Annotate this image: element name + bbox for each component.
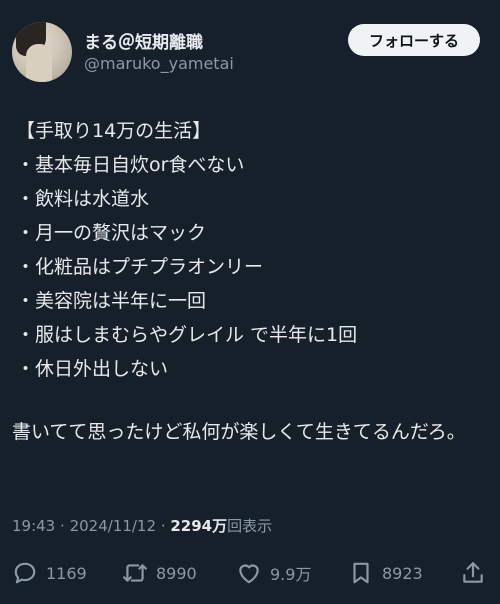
tweet-date[interactable]: 2024/11/12 [70, 517, 156, 535]
tweet-time[interactable]: 19:43 [12, 517, 55, 535]
tweet-line: ・美容院は半年に一回 [16, 290, 207, 312]
avatar-figure [26, 44, 52, 82]
repost-count: 8990 [156, 563, 197, 583]
bookmark-button[interactable]: 8923 [348, 558, 423, 588]
tweet-line: 【手取り14万の生活】 [16, 120, 212, 142]
bookmark-count: 8923 [382, 563, 423, 583]
user-handle[interactable]: @maruko_yametai [84, 54, 234, 73]
repost-button[interactable]: 8990 [122, 558, 197, 588]
tweet-line: ・休日外出しない [16, 358, 169, 380]
reply-count: 1169 [46, 563, 87, 583]
tweet-line: ・飲料は水道水 [16, 188, 150, 210]
reply-icon [14, 562, 36, 584]
display-name[interactable]: まる＠短期離職 [84, 28, 203, 53]
repost-icon [123, 564, 147, 582]
meta-separator: · [160, 517, 171, 535]
follow-button[interactable]: フォローする [348, 24, 480, 56]
tweet: まる＠短期離職 @maruko_yametai フォローする 【手取り14万の生… [0, 0, 500, 604]
like-icon [239, 564, 259, 584]
share-button[interactable] [460, 558, 486, 588]
bookmark-icon [353, 562, 369, 584]
view-count-suffix: 回表示 [227, 517, 273, 535]
view-count[interactable]: 2294万 [170, 517, 227, 535]
tweet-line: ・月一の贅沢はマック [16, 222, 207, 244]
avatar[interactable] [12, 22, 72, 82]
share-icon [463, 562, 483, 583]
tweet-meta: 19:43 · 2024/11/12 · 2294万回表示 [12, 515, 272, 536]
like-count: 9.9万 [270, 565, 312, 584]
tweet-line: ・化粧品はプチプラオンリー [16, 256, 264, 278]
reply-button[interactable]: 1169 [12, 558, 87, 588]
tweet-closing-text: 書いてて思ったけど私何が楽しくて生きてるんだろ。 [12, 421, 466, 443]
meta-separator: · [60, 517, 70, 535]
tweet-body: 【手取り14万の生活】 ・基本毎日自炊or食べない ・飲料は水道水 ・月一の贅沢… [16, 114, 491, 386]
like-button[interactable]: 9.9万 [236, 558, 311, 588]
tweet-line: ・服はしまむらやグレイル で半年に1回 [16, 324, 358, 346]
action-bar: 1169 8990 9.9万 8923 [12, 558, 488, 588]
tweet-line: ・基本毎日自炊or食べない [16, 154, 245, 176]
